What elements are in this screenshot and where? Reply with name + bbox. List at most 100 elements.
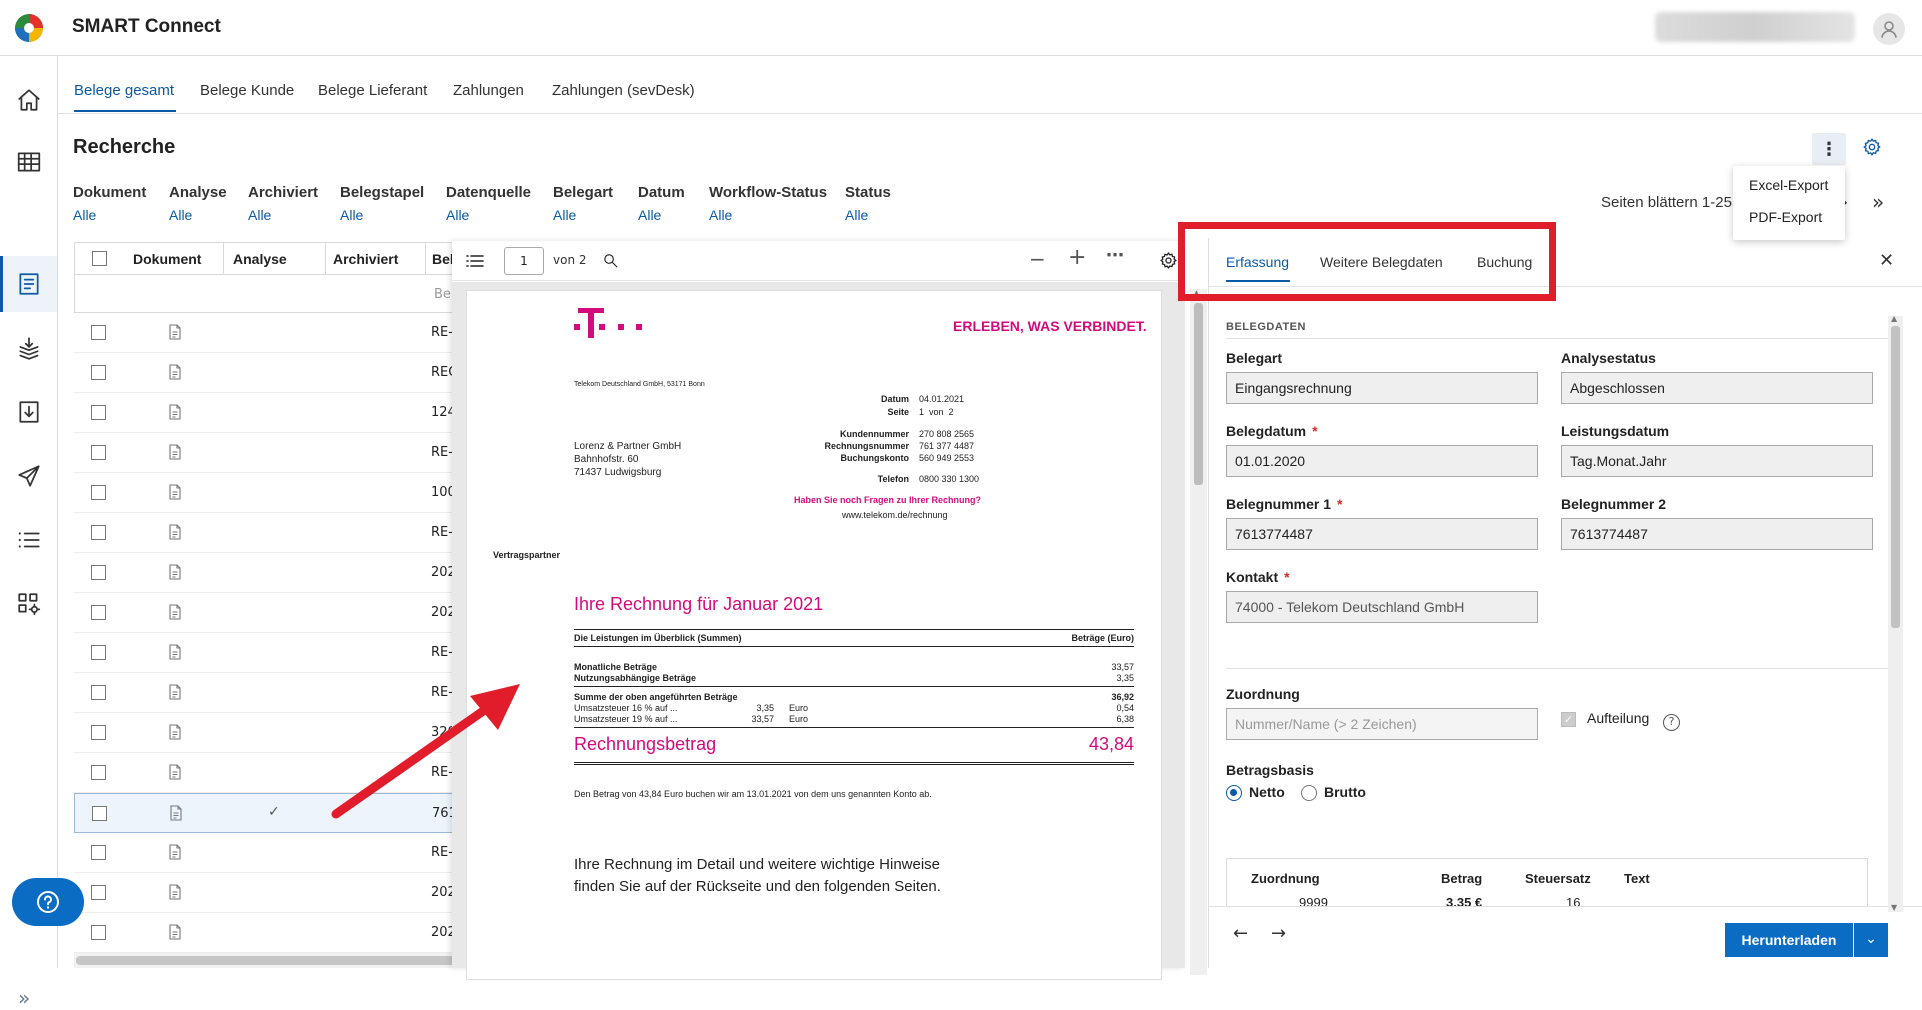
- tab-belege-kunde[interactable]: Belege Kunde: [200, 82, 294, 99]
- document-file-icon[interactable]: [168, 404, 182, 420]
- previous-arrow-icon[interactable]: ←: [1233, 923, 1248, 944]
- filter-dokument[interactable]: Dokument Alle: [73, 184, 146, 223]
- kontakt-field[interactable]: 74000 - Telekom Deutschland GmbH: [1226, 591, 1538, 623]
- tab-erfassung[interactable]: Erfassung: [1226, 254, 1289, 270]
- filter-analyse[interactable]: Analyse Alle: [169, 184, 227, 223]
- column-header-beleg[interactable]: Bel: [432, 251, 454, 267]
- next-arrow-icon[interactable]: →: [1271, 923, 1286, 944]
- table-row[interactable]: 320: [74, 713, 474, 753]
- search-icon[interactable]: [602, 252, 619, 269]
- table-icon[interactable]: [14, 147, 44, 177]
- filter-value[interactable]: Alle: [248, 207, 318, 223]
- filter-value[interactable]: Alle: [709, 207, 827, 223]
- viewer-vertical-scrollbar[interactable]: ▲: [1190, 289, 1207, 975]
- viewer-canvas[interactable]: ERLEBEN, WAS VERBINDET. Telekom Deutschl…: [452, 282, 1185, 980]
- belegnummer2-field[interactable]: 7613774487: [1561, 518, 1873, 550]
- subtable-cell-zuordnung[interactable]: 9999: [1299, 895, 1328, 906]
- zoom-out-button[interactable]: −: [1029, 247, 1046, 271]
- belegdatum-field[interactable]: 01.01.2020: [1226, 445, 1538, 477]
- row-checkbox[interactable]: [91, 365, 106, 380]
- table-row[interactable]: 124: [74, 393, 474, 433]
- table-row[interactable]: RE-: [74, 633, 474, 673]
- row-checkbox[interactable]: [91, 925, 106, 940]
- table-row[interactable]: RE-: [74, 673, 474, 713]
- menu-item-excel-export[interactable]: Excel-Export: [1749, 177, 1828, 193]
- download-icon[interactable]: [14, 397, 44, 427]
- avatar[interactable]: [1873, 13, 1905, 45]
- row-checkbox[interactable]: [91, 565, 106, 580]
- menu-item-pdf-export[interactable]: PDF-Export: [1749, 209, 1822, 225]
- aufteilung-checkbox[interactable]: ✓: [1561, 712, 1576, 727]
- row-checkbox[interactable]: [91, 445, 106, 460]
- document-icon[interactable]: [14, 269, 44, 299]
- filter-workflow-status[interactable]: Workflow-Status Alle: [709, 184, 827, 223]
- document-file-icon[interactable]: [168, 884, 182, 900]
- page-number-input[interactable]: 1: [504, 247, 544, 275]
- tab-zahlungen[interactable]: Zahlungen: [453, 82, 524, 99]
- app-logo-icon[interactable]: [14, 13, 44, 43]
- row-checkbox[interactable]: [91, 325, 106, 340]
- document-file-icon[interactable]: [168, 684, 182, 700]
- column-header-dokument[interactable]: Dokument: [133, 251, 201, 267]
- brutto-radio[interactable]: [1301, 785, 1317, 801]
- table-row[interactable]: RE-: [74, 513, 474, 553]
- panel-vertical-scrollbar[interactable]: ▲ ▼: [1888, 314, 1903, 912]
- document-file-icon[interactable]: [168, 724, 182, 740]
- document-file-icon[interactable]: [168, 444, 182, 460]
- send-icon[interactable]: [14, 461, 44, 491]
- download-button[interactable]: Herunterladen: [1725, 923, 1853, 957]
- filter-archiviert[interactable]: Archiviert Alle: [248, 184, 318, 223]
- zoom-in-button[interactable]: +: [1068, 245, 1086, 270]
- close-panel-icon[interactable]: ✕: [1879, 250, 1894, 271]
- aufteilung-help-icon[interactable]: ?: [1663, 714, 1680, 731]
- settings-gear-icon[interactable]: [1862, 137, 1882, 161]
- tab-buchung[interactable]: Buchung: [1477, 254, 1532, 270]
- beleg-filter-input[interactable]: Be: [434, 287, 451, 302]
- table-row[interactable]: 202: [74, 553, 474, 593]
- document-file-icon[interactable]: [169, 805, 183, 821]
- table-row[interactable]: RE-: [74, 833, 474, 873]
- table-horizontal-scrollbar[interactable]: [74, 953, 474, 968]
- row-checkbox[interactable]: [91, 765, 106, 780]
- document-file-icon[interactable]: [168, 564, 182, 580]
- document-file-icon[interactable]: [168, 524, 182, 540]
- subtable-cell-betrag[interactable]: 3,35 €: [1446, 895, 1482, 906]
- belegnummer1-field[interactable]: 7613774487: [1226, 518, 1538, 550]
- filter-value[interactable]: Alle: [845, 207, 891, 223]
- select-all-checkbox[interactable]: [92, 251, 107, 266]
- filter-value[interactable]: Alle: [638, 207, 685, 223]
- table-row[interactable]: RE-: [74, 313, 474, 353]
- filter-value[interactable]: Alle: [446, 207, 531, 223]
- row-checkbox[interactable]: [91, 525, 106, 540]
- subtable-cell-steuersatz[interactable]: 16: [1566, 895, 1580, 906]
- filter-belegart[interactable]: Belegart Alle: [553, 184, 613, 223]
- row-checkbox[interactable]: [91, 605, 106, 620]
- viewer-settings-icon[interactable]: [1159, 251, 1178, 270]
- stack-icon[interactable]: [14, 333, 44, 363]
- tab-belege-lieferant[interactable]: Belege Lieferant: [318, 82, 427, 99]
- table-row[interactable]: 202: [74, 593, 474, 633]
- table-row[interactable]: 202: [74, 873, 474, 913]
- document-file-icon[interactable]: [168, 484, 182, 500]
- row-checkbox[interactable]: [92, 806, 107, 821]
- table-row[interactable]: ✓ 761: [74, 793, 474, 833]
- table-row[interactable]: 202: [74, 913, 474, 953]
- table-row[interactable]: RE-: [74, 753, 474, 793]
- last-page-button[interactable]: »: [1872, 190, 1884, 214]
- row-checkbox[interactable]: [91, 645, 106, 660]
- row-checkbox[interactable]: [91, 845, 106, 860]
- table-row[interactable]: RE-: [74, 433, 474, 473]
- filter-value[interactable]: Alle: [553, 207, 613, 223]
- tab-zahlungen-sevdesk[interactable]: Zahlungen (sevDesk): [552, 82, 695, 99]
- outline-icon[interactable]: [466, 253, 484, 269]
- document-file-icon[interactable]: [168, 644, 182, 660]
- column-header-archiviert[interactable]: Archiviert: [333, 251, 398, 267]
- help-button[interactable]: [12, 878, 84, 926]
- document-file-icon[interactable]: [168, 364, 182, 380]
- document-file-icon[interactable]: [168, 764, 182, 780]
- row-checkbox[interactable]: [91, 405, 106, 420]
- table-row[interactable]: 100: [74, 473, 474, 513]
- more-options-button[interactable]: ⋮: [1812, 133, 1846, 165]
- leistungsdatum-field[interactable]: Tag.Monat.Jahr: [1561, 445, 1873, 477]
- filter-value[interactable]: Alle: [73, 207, 146, 223]
